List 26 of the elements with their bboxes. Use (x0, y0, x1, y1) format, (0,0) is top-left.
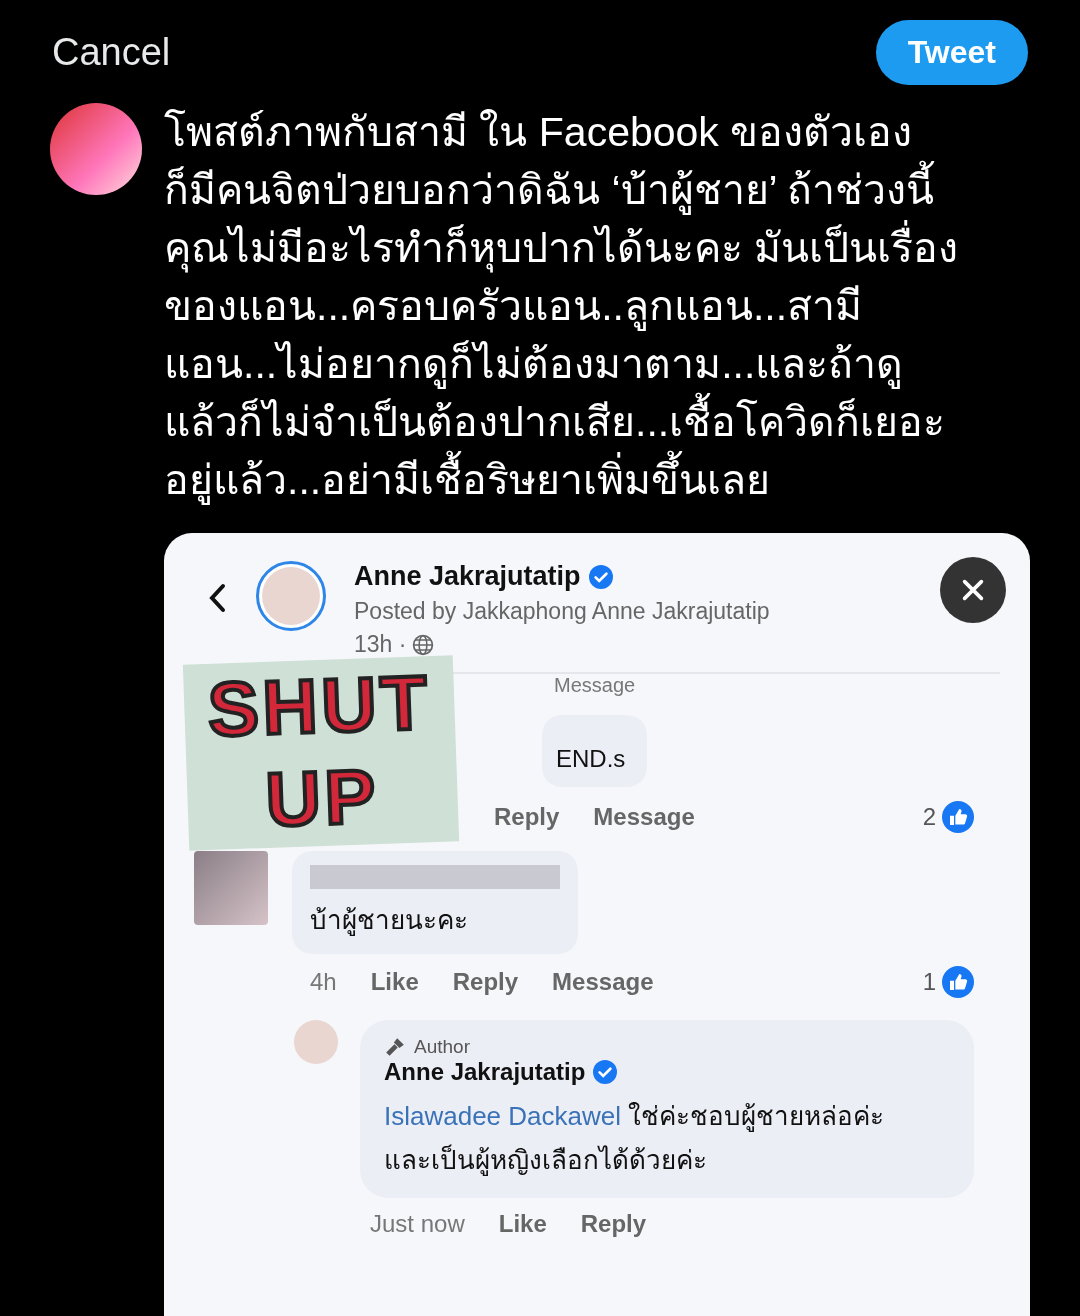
tweet-button[interactable]: Tweet (875, 20, 1028, 85)
reply-text: Islawadee Dackawel ใช่ค่ะชอบผู้ชายหล่อค่ะ และเป็นผู้หญิงเลือกได้ด้วยค่ะ (384, 1100, 886, 1178)
action-link[interactable]: Message (552, 968, 654, 996)
mention-link[interactable]: Islawadee Dackawel (384, 1101, 621, 1131)
reaction-count: 1 (922, 968, 936, 996)
action-link[interactable]: Like (370, 968, 419, 996)
author-name[interactable]: Anne Jakrajutatip (384, 1058, 586, 1086)
action-link[interactable]: Message (554, 674, 974, 697)
posted-by-text: Posted by Jakkaphong Anne Jakrajutatip (354, 598, 770, 625)
tweet-text: โพสต์ภาพกับสามี ใน Facebook ของตัวเอง ก็มีคนจิตป่วยบอกว่าดิฉัน ‘บ้าผู้ชาย’ ถ้าช่วงนี้ คุณไม่มีอะไรทำก็หุบปากได้นะคะ มันเป็นเรื่อง ของแอน...ครอบครัวแอน..ลูกแอน...สามี แอน...ไม่อยากดูก็ไม่ต้องมาตาม...และถ้าดู แล้วก็ไม่จำเป็นต้องปากเสีย...เชื้อโควิดก็เยอะ อยู่แล้ว...อย่ามีเชื้อริษยาเพิ่มขึ้นเลย (164, 108, 960, 507)
reaction-count: 2 (922, 803, 936, 831)
author-label: Author (414, 1036, 470, 1058)
action-link[interactable]: Message (593, 803, 695, 831)
action-link[interactable]: Reply (452, 968, 519, 996)
sticker-text: SHUT (206, 658, 433, 754)
sticker-text: UP (264, 752, 381, 844)
action-link[interactable]: Like (498, 1210, 547, 1238)
action-link[interactable]: Reply (494, 803, 560, 831)
comment-text: บ้าผู้ชายนะคะ (310, 905, 468, 935)
comment-time: 4h (310, 968, 337, 996)
post-time: 13h · (354, 631, 407, 658)
action-link[interactable]: Reply (580, 1210, 647, 1238)
comment-time: Just now (370, 1210, 465, 1238)
cancel-link[interactable]: Cancel (52, 31, 171, 74)
author-name[interactable]: Anne Jakrajutatip (354, 561, 581, 592)
comment-text: END.s (542, 715, 648, 787)
